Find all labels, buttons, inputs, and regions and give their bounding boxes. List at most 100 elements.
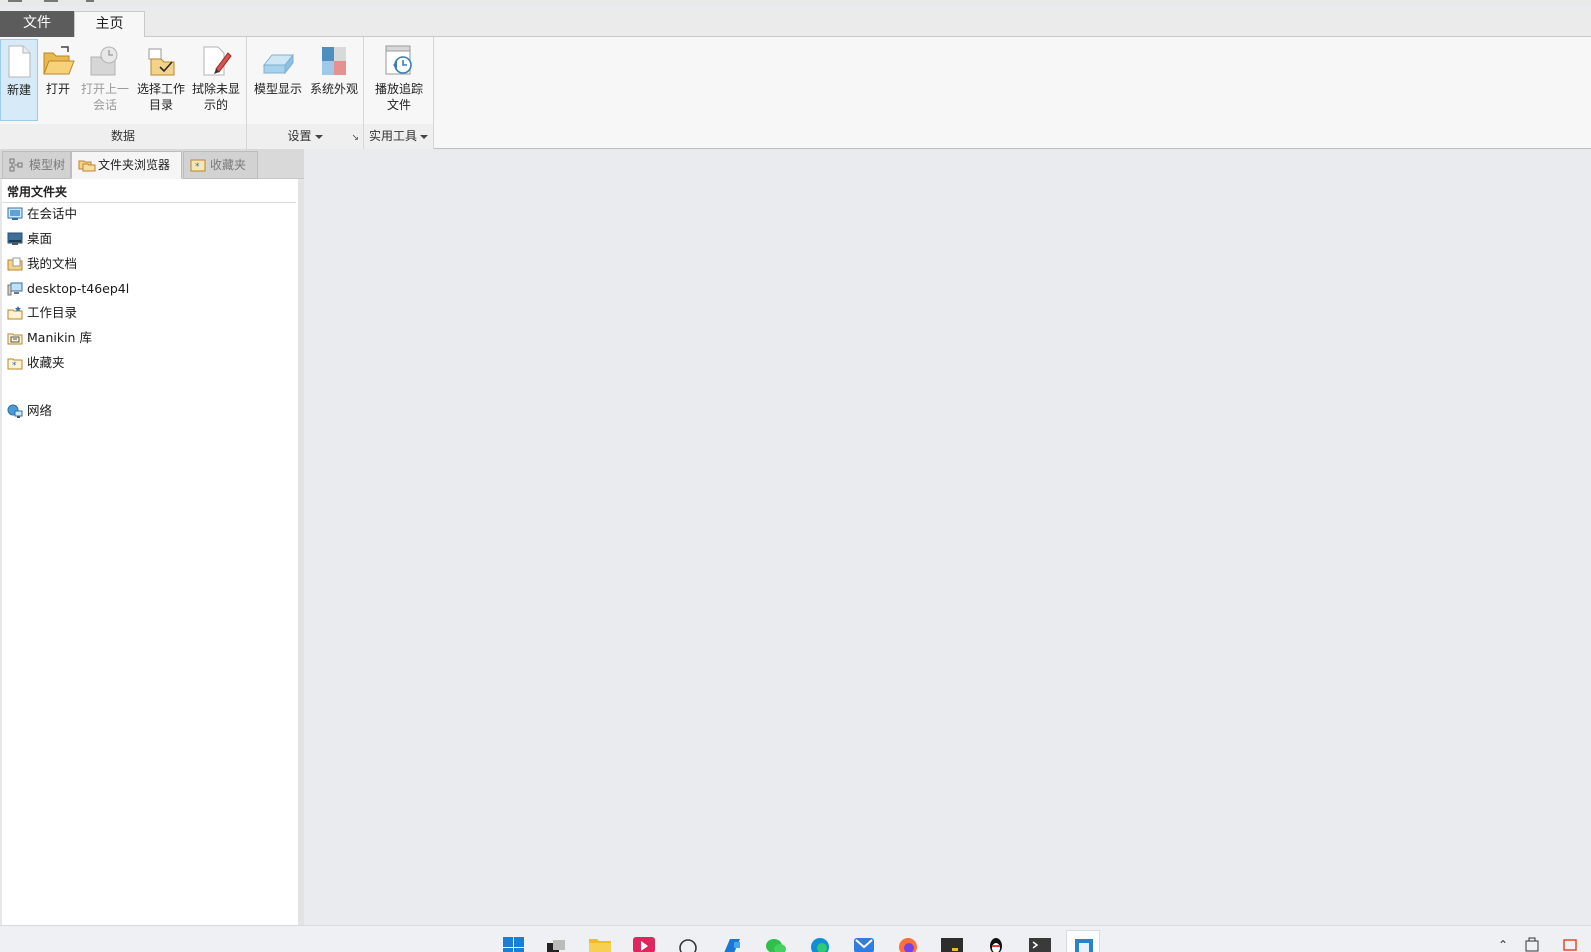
favorites-folder-icon: * [7,358,23,370]
terminal-icon[interactable] [940,934,964,952]
tab-model-tree[interactable]: 模型树 [2,151,71,179]
play-trail-file-label-2: 文件 [386,98,411,112]
group-settings: 模型显示 系统外观 设置 ↘ [247,37,364,149]
file-explorer-icon[interactable] [588,934,612,952]
tab-file[interactable]: 文件 [0,11,74,37]
tab-folder-browser[interactable]: 文件夹浏览器 [71,151,182,179]
folder-item-label: 在会话中 [27,206,78,221]
folder-item-label: 桌面 [27,231,53,246]
folder-item-in-session[interactable]: 在会话中 [6,204,77,224]
folder-item-network[interactable]: 网络 [6,401,52,421]
app-icon[interactable] [720,934,744,952]
firefox-icon[interactable] [896,934,920,952]
task-view-icon[interactable] [544,934,568,952]
graphics-area[interactable] [305,149,1591,925]
erase-not-displayed-icon [203,46,232,76]
panel-splitter[interactable] [298,179,304,925]
favorites-icon: * [190,159,206,172]
chevron-up-icon[interactable]: ⌃ [1498,938,1508,952]
select-working-directory-icon [148,48,175,76]
ribbon-tab-row: 文件 主页 [0,11,1591,38]
group-utilities-label[interactable]: 实用工具 [364,124,433,149]
new-file-icon [8,45,31,78]
mail-icon[interactable] [852,934,876,952]
folder-item-label: 工作目录 [27,305,78,320]
caret-down-icon [420,134,428,139]
qq-icon[interactable] [984,934,1008,952]
open-folder-icon [43,46,75,75]
group-settings-label[interactable]: 设置 [247,124,363,149]
folder-item-desktop[interactable]: 桌面 [6,229,52,249]
folder-item-label: 网络 [27,403,53,418]
navigator-panel: 模型树 文件夹浏览器 * 收藏夹 常用文件夹 在会话中 桌面 我的文档 desk… [0,149,304,925]
system-appearance-button[interactable]: 系统外观 [307,39,361,121]
folder-item-label: desktop-t46ep4l [27,281,130,296]
folder-item-manikin-library[interactable]: Manikin 库 [6,328,92,348]
dialog-launcher-icon[interactable]: ↘ [351,133,359,143]
in-session-icon [7,207,23,220]
tab-model-tree-label: 模型树 [29,158,66,172]
erase-not-displayed-label-1: 拭除未显 [191,82,240,96]
svg-text:*: * [12,361,17,370]
caret-down-icon [314,134,323,139]
computer-icon [7,282,23,296]
folder-item-computer[interactable]: desktop-t46ep4l [6,279,129,299]
folder-item-working-directory[interactable]: 工作目录 [6,303,77,323]
ribbon: 新建 打开 打开上一 会话 选择工作 目录 拭除未显 示的 数据 模型显示 系统… [0,37,1591,149]
notification-icon[interactable] [1562,936,1578,952]
creo-window: 文件 主页 新建 打开 打开上一 会话 选择工作 目录 拭除未显 示的 数据 模… [0,0,1591,952]
group-utilities-label-text: 实用工具 [368,129,417,143]
erase-not-displayed-label-2: 示的 [203,98,228,112]
model-display-label: 模型显示 [253,82,302,96]
window-control-icon[interactable] [44,0,58,2]
svg-text:*: * [195,162,200,172]
system-appearance-icon [322,47,346,75]
edge-icon[interactable] [808,934,832,952]
tab-favorites[interactable]: * 收藏夹 [183,151,258,179]
folder-browser-icon [78,160,96,172]
working-directory-icon [7,306,23,320]
folder-item-label: 收藏夹 [27,355,65,370]
model-display-icon [262,53,295,75]
tab-favorites-label: 收藏夹 [210,158,247,172]
input-icon[interactable] [1524,936,1540,952]
folder-browser: 常用文件夹 在会话中 桌面 我的文档 desktop-t46ep4l 工作目录 … [2,179,300,925]
system-appearance-label: 系统外观 [309,82,358,96]
play-trail-file-icon [385,45,412,75]
select-working-directory-button[interactable]: 选择工作 目录 [134,39,188,121]
common-folders-title: 常用文件夹 [7,185,68,199]
divider [2,202,296,203]
open-last-session-label-1: 打开上一 [80,82,129,96]
my-documents-icon [7,257,23,271]
group-utilities: 播放追踪 文件 实用工具 [364,37,434,149]
media-app-icon[interactable] [632,934,656,952]
console-icon[interactable] [1028,934,1052,952]
taskbar: ⌃ [0,925,1591,952]
start-icon[interactable] [502,934,526,952]
group-data: 新建 打开 打开上一 会话 选择工作 目录 拭除未显 示的 数据 [0,37,247,149]
group-data-label: 数据 [0,124,246,149]
open-button[interactable]: 打开 [40,39,76,121]
window-control-icon[interactable] [8,0,22,2]
select-working-directory-label-2: 目录 [148,98,173,112]
window-control-icon[interactable] [86,0,94,2]
folder-item-favorites[interactable]: * 收藏夹 [6,353,65,373]
group-settings-label-text: 设置 [287,129,312,143]
open-last-session-button[interactable]: 打开上一 会话 [78,39,132,121]
play-trail-file-button[interactable]: 播放追踪 文件 [370,39,428,121]
model-display-button[interactable]: 模型显示 [251,39,305,121]
tab-home[interactable]: 主页 [74,11,145,38]
title-strip [0,0,1591,6]
select-working-directory-label-1: 选择工作 [136,82,185,96]
new-button[interactable]: 新建 [0,39,38,121]
search-icon[interactable] [676,934,700,952]
manikin-library-icon [7,333,23,345]
creo-icon[interactable] [1072,934,1096,952]
erase-not-displayed-button[interactable]: 拭除未显 示的 [189,39,243,121]
model-tree-icon [9,158,23,172]
desktop-icon [7,232,23,245]
folder-item-my-documents[interactable]: 我的文档 [6,254,77,274]
open-button-label: 打开 [45,82,70,96]
wechat-icon[interactable] [764,934,788,952]
open-last-session-icon [90,46,118,76]
